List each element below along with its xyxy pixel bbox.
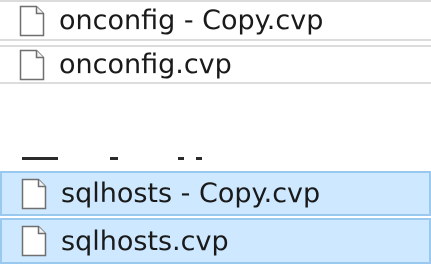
- clipped-glyph: [22, 157, 58, 160]
- file-name: onconfig.cvp: [59, 49, 232, 80]
- clipped-glyph: [178, 157, 184, 160]
- clipped-glyph: [196, 157, 202, 160]
- file-row-sqlhosts-copy[interactable]: sqlhosts - Copy.cvp: [0, 171, 431, 216]
- file-name: sqlhosts.cvp: [61, 225, 229, 257]
- document-icon: [21, 178, 47, 209]
- file-name: sqlhosts - Copy.cvp: [61, 178, 321, 209]
- clipped-glyph: [110, 157, 118, 160]
- file-name: onconfig - Copy.cvp: [59, 5, 324, 36]
- file-row-onconfig[interactable]: onconfig.cvp: [0, 45, 431, 84]
- file-row-sqlhosts[interactable]: sqlhosts.cvp: [0, 218, 431, 264]
- document-icon: [19, 49, 45, 80]
- document-icon: [21, 225, 47, 257]
- file-list-canvas: onconfig - Copy.cvp onconfig.cvp sqlhost…: [0, 0, 431, 279]
- document-icon: [19, 5, 45, 36]
- clipped-row-remnant: [0, 150, 431, 168]
- file-row-onconfig-copy[interactable]: onconfig - Copy.cvp: [0, 0, 431, 41]
